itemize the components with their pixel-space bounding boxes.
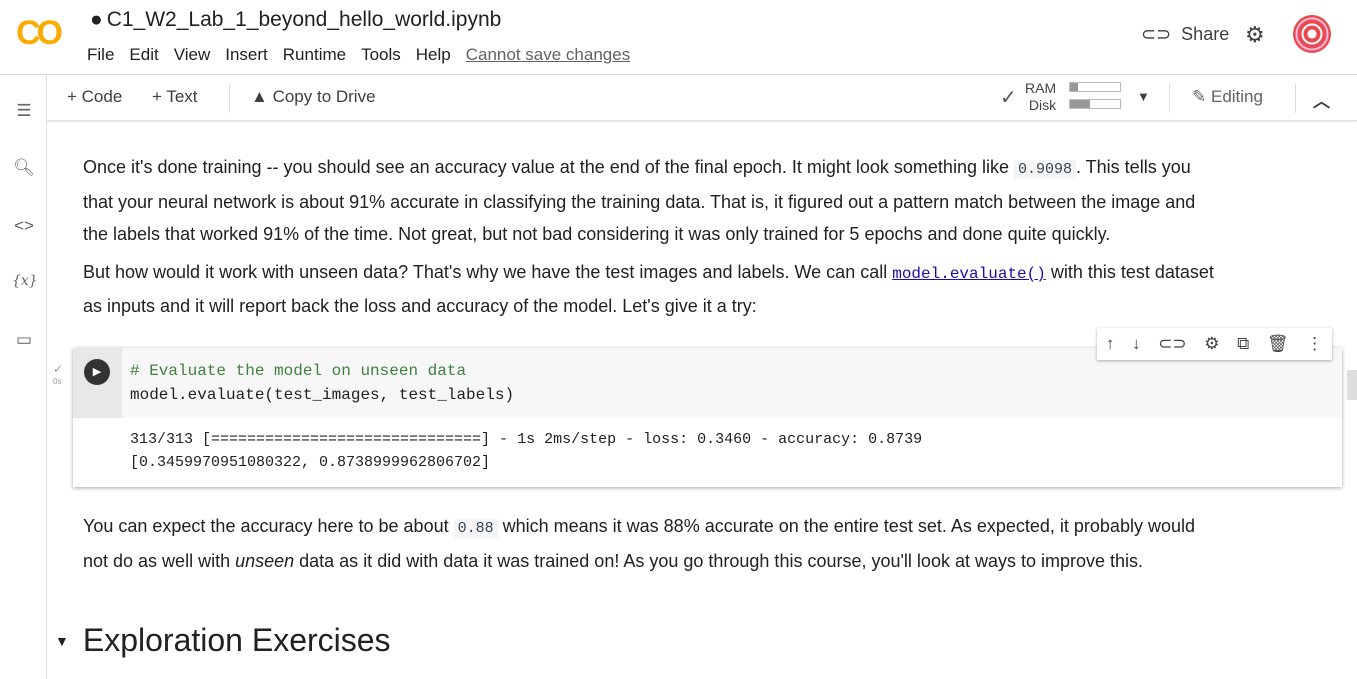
scrollbar[interactable] [1347, 370, 1357, 400]
resources-indicator[interactable]: RAM Disk [1025, 80, 1056, 114]
more-vert-icon[interactable]: ⋮ [1306, 334, 1323, 354]
output-line: 313/313 [==============================]… [130, 431, 923, 448]
divider [229, 83, 230, 113]
cell-toolbar: ↑ ↓ ⊂⊃ ⚙ ⧉ 🗑︎ ⋮ [1097, 328, 1332, 360]
cell-gutter: ▶ [73, 348, 122, 418]
emphasis: unseen [235, 551, 295, 571]
code-comment: # Evaluate the model on unseen data [130, 362, 467, 380]
executed-check-icon: ✓ [53, 362, 64, 376]
text: which means it was 88% accurate on the e… [497, 516, 1195, 536]
share-label: Share [1181, 24, 1230, 44]
menu-file[interactable]: File [87, 45, 114, 65]
menu-edit[interactable]: Edit [129, 45, 158, 65]
text: the labels that worked 91% of the time. … [83, 224, 1111, 244]
search-icon[interactable]: 🔍︎ [12, 158, 36, 178]
text: that your neural network is about 91% ac… [83, 192, 1196, 212]
model-evaluate-link[interactable]: model.evaluate() [892, 265, 1046, 283]
mirror-cell-icon[interactable]: ⧉ [1237, 334, 1249, 354]
menu-insert[interactable]: Insert [225, 45, 268, 65]
text-paragraph-3: You can expect the accuracy here to be a… [83, 510, 1343, 577]
left-sidebar: ☰ 🔍︎ <> {x} ▭ [0, 75, 47, 679]
inline-code: 0.9098 [1013, 160, 1076, 179]
title-text[interactable]: C1_W2_Lab_1_beyond_hello_world.ipynb [107, 8, 502, 32]
code-cell[interactable]: ▶ # Evaluate the model on unseen data mo… [73, 348, 1342, 487]
copy-to-drive-button[interactable]: ▲ Copy to Drive [251, 87, 376, 107]
divider [1169, 83, 1170, 113]
disk-bar-fill [1070, 100, 1090, 108]
disk-bar [1069, 99, 1121, 109]
add-code-button[interactable]: + Code [67, 87, 122, 107]
ram-bar-fill [1070, 83, 1078, 91]
section-heading[interactable]: ▼ Exploration Exercises [55, 622, 391, 659]
drive-icon: ▲ [251, 87, 268, 106]
collapse-header-chevron-up-icon[interactable]: ︿ [1313, 87, 1330, 112]
text: data as it did with data it was trained … [294, 551, 1144, 571]
ram-bar [1069, 82, 1121, 92]
text: But how would it work with unseen data? … [83, 262, 893, 282]
menu-view[interactable]: View [174, 45, 211, 65]
link-icon[interactable]: ⊂⊃ [1158, 334, 1187, 354]
divider [1295, 83, 1296, 113]
resources-dropdown-icon[interactable]: ▼ [1137, 89, 1150, 104]
share-button[interactable]: ⊂⊃ Share [1141, 24, 1229, 45]
github-icon: ● [90, 8, 103, 31]
link-icon: ⊂⊃ [1141, 24, 1172, 44]
output-line: [0.3459970951080322, 0.8738999962806702] [130, 454, 491, 471]
ram-label: RAM [1025, 80, 1057, 96]
avatar[interactable] [1293, 15, 1331, 53]
disk-label: Disk [1028, 97, 1057, 113]
menu-runtime[interactable]: Runtime [283, 45, 346, 65]
text: . This tells you [1076, 157, 1191, 177]
connected-check-icon: ✓ [1000, 87, 1017, 109]
move-up-arrow-icon[interactable]: ↑ [1106, 334, 1115, 354]
menu-tools[interactable]: Tools [361, 45, 401, 65]
menu-bar: File Edit View Insert Runtime Tools Help… [87, 45, 645, 65]
text: with this test dataset [1045, 262, 1214, 282]
run-cell-play-icon[interactable]: ▶ [84, 359, 110, 385]
colab-logo[interactable]: CO [16, 14, 63, 53]
menu-help[interactable]: Help [416, 45, 451, 65]
table-of-contents-icon[interactable]: ☰ [12, 101, 36, 121]
delete-trash-icon[interactable]: 🗑︎ [1267, 334, 1289, 354]
editing-button[interactable]: ✎ Editing [1192, 87, 1263, 107]
text-paragraph-2: But how would it work with unseen data? … [83, 256, 1343, 322]
gear-icon[interactable]: ⚙ [1204, 334, 1219, 354]
section-title: Exploration Exercises [82, 622, 391, 658]
code-line: model.evaluate(test_images, test_labels) [130, 386, 515, 404]
inline-code: 0.88 [453, 519, 498, 538]
text-paragraph-1: Once it's done training -- you should se… [83, 151, 1343, 250]
header: CO ● C1_W2_Lab_1_beyond_hello_world.ipynb… [0, 0, 1357, 75]
collapse-caret-icon[interactable]: ▼ [55, 633, 69, 649]
pencil-icon: ✎ [1192, 87, 1207, 106]
cell-output: 313/313 [==============================]… [130, 428, 922, 474]
copy-to-drive-label: Copy to Drive [272, 87, 376, 106]
add-text-button[interactable]: + Text [152, 87, 198, 107]
save-status-link[interactable]: Cannot save changes [466, 45, 630, 65]
editing-label: Editing [1210, 87, 1263, 106]
notebook-title[interactable]: ● C1_W2_Lab_1_beyond_hello_world.ipynb [90, 8, 501, 32]
text: Once it's done training -- you should se… [83, 157, 1014, 177]
toolbar: + Code + Text ▲ Copy to Drive ✓ RAM Disk… [47, 75, 1357, 121]
text: as inputs and it will report back the lo… [83, 296, 757, 316]
code-snippets-icon[interactable]: <> [12, 216, 36, 236]
variables-icon[interactable]: {x} [12, 273, 38, 289]
text: You can expect the accuracy here to be a… [83, 516, 454, 536]
exec-time: 0s [53, 377, 62, 386]
text: not do as well with [83, 551, 236, 571]
move-down-arrow-icon[interactable]: ↓ [1132, 334, 1141, 354]
folder-icon[interactable]: ▭ [12, 330, 36, 350]
settings-gear-icon[interactable]: ⚙ [1245, 22, 1265, 48]
